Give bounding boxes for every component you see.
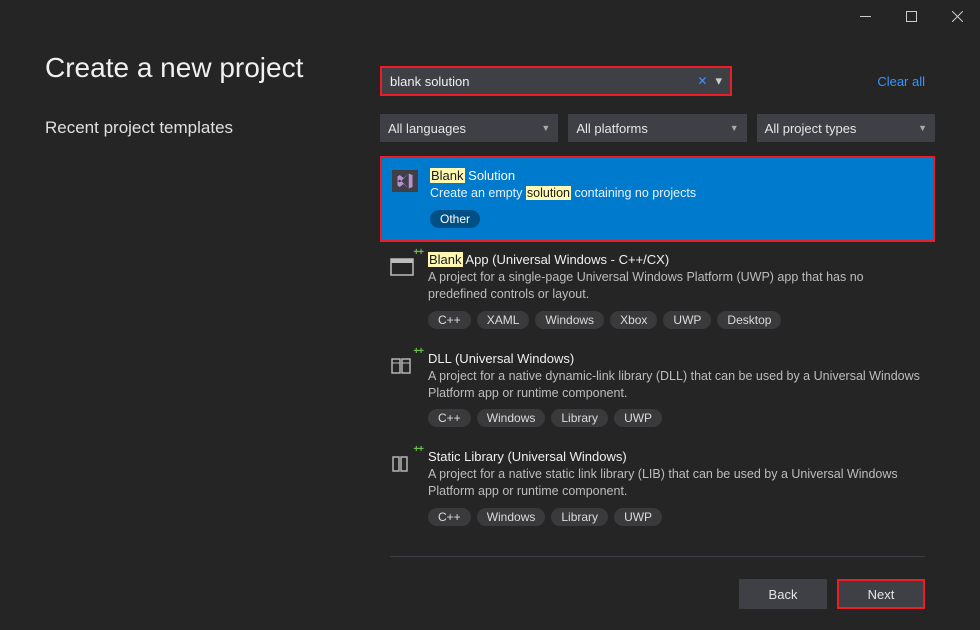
tag: Other [430,210,480,228]
template-dll-uwp[interactable]: ++ DLL (Universal Windows) A project for… [380,341,935,440]
page-title: Create a new project [45,52,355,84]
result-title: Blank App (Universal Windows - C++/CX) [428,252,925,267]
tag: C++ [428,311,471,329]
filter-language-label: All languages [388,121,466,136]
tag: C++ [428,409,471,427]
maximize-button[interactable] [888,0,934,32]
template-blank-app-uwp[interactable]: ++ Blank App (Universal Windows - C++/CX… [380,242,935,341]
lib-icon: ++ [390,451,416,477]
result-description: A project for a native dynamic-link libr… [428,368,925,402]
tag: UWP [663,311,711,329]
dll-icon: ++ [390,353,416,379]
recent-templates-label: Recent project templates [45,118,355,138]
filter-projecttype[interactable]: All project types ▼ [757,114,935,142]
visual-studio-icon [392,170,418,196]
chevron-down-icon: ▼ [541,123,550,133]
filter-projecttype-label: All project types [765,121,857,136]
template-static-lib-uwp[interactable]: ++ Static Library (Universal Windows) A … [380,439,935,538]
close-button[interactable] [934,0,980,32]
tag: Windows [535,311,604,329]
result-tags: C++ XAML Windows Xbox UWP Desktop [428,311,925,329]
tag: Xbox [610,311,657,329]
titlebar [0,0,980,32]
search-field-wrap: ✕ ▾ [380,66,732,96]
template-blank-solution[interactable]: Blank Solution Create an empty solution … [380,156,935,242]
result-title: Blank Solution [430,168,923,183]
result-tags: Other [430,210,923,228]
tag: C++ [428,508,471,526]
tag: UWP [614,508,662,526]
result-title: Static Library (Universal Windows) [428,449,925,464]
search-dropdown-chevron[interactable]: ▾ [711,73,722,89]
result-description: Create an empty solution containing no p… [430,185,923,202]
result-tags: C++ Windows Library UWP [428,508,925,526]
tag: Windows [477,508,546,526]
tag: Library [551,508,608,526]
search-input[interactable] [390,74,693,89]
back-button[interactable]: Back [739,579,827,609]
tag: Desktop [717,311,781,329]
chevron-down-icon: ▼ [730,123,739,133]
divider [390,556,925,557]
next-button[interactable]: Next [837,579,925,609]
tag: XAML [477,311,530,329]
chevron-down-icon: ▼ [918,123,927,133]
result-title: DLL (Universal Windows) [428,351,925,366]
filter-platform[interactable]: All platforms ▼ [568,114,746,142]
result-tags: C++ Windows Library UWP [428,409,925,427]
filter-language[interactable]: All languages ▼ [380,114,558,142]
uwp-app-icon: ++ [390,254,416,280]
tag: Library [551,409,608,427]
minimize-button[interactable] [842,0,888,32]
result-description: A project for a native static link libra… [428,466,925,500]
results-list: Blank Solution Create an empty solution … [380,156,935,538]
filter-platform-label: All platforms [576,121,648,136]
tag: Windows [477,409,546,427]
search-clear-icon[interactable]: ✕ [693,74,711,88]
result-description: A project for a single-page Universal Wi… [428,269,925,303]
clear-all-link[interactable]: Clear all [877,74,935,89]
tag: UWP [614,409,662,427]
